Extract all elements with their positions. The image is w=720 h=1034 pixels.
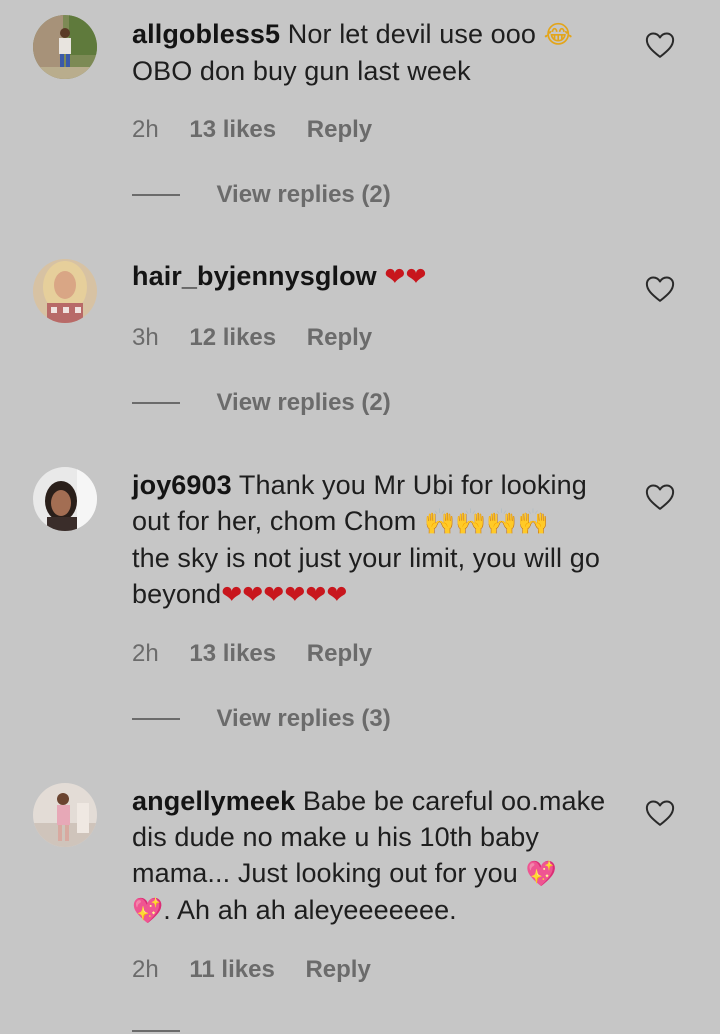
divider-line [132, 194, 180, 196]
sparkling-heart-emoji: 💖 [525, 859, 557, 888]
comment-username[interactable]: joy6903 [132, 470, 232, 500]
view-replies-label: View replies (2) [216, 181, 391, 208]
divider-line [132, 402, 180, 404]
comment-body: Babe be careful oo.make [302, 786, 606, 816]
comment-likes[interactable]: 13 likes [189, 640, 276, 668]
comment-time: 2h [132, 116, 159, 143]
comment-time: 2h [132, 956, 159, 983]
comment-username[interactable]: allgobless5 [132, 19, 280, 49]
comment-time: 3h [132, 324, 159, 351]
laughing-emoji: 😂 [543, 20, 573, 49]
comment-username[interactable]: angellymeek [132, 786, 295, 816]
heart-outline-icon[interactable] [645, 275, 675, 303]
comment-likes[interactable]: 11 likes [189, 956, 274, 984]
heart-outline-icon[interactable] [645, 31, 675, 59]
view-replies-label: View replies (2) [216, 389, 391, 416]
view-replies-button-partial[interactable] [132, 1022, 212, 1034]
comment-body: OBO don buy gun last week [132, 56, 471, 86]
divider-line [132, 718, 180, 720]
comment-body: beyond [132, 579, 222, 609]
red-heart-emoji: ❤❤❤❤❤❤ [221, 580, 348, 609]
comment-meta: 2h 11 likes Reply [132, 956, 371, 984]
comment-body: out for her, chom Chom [132, 506, 417, 536]
avatar[interactable] [33, 467, 97, 531]
comment-text: joy6903 Thank you Mr Ubi for looking out… [132, 467, 622, 613]
comment-body: Nor let devil use ooo [287, 19, 537, 49]
reply-button[interactable]: Reply [307, 116, 372, 144]
comment-body: the sky is not just your limit, you will… [132, 543, 600, 573]
comment-meta: 2h 13 likes Reply [132, 640, 372, 668]
view-replies-button[interactable]: View replies (2) [132, 389, 391, 419]
red-heart-emoji: ❤❤ [384, 262, 427, 291]
divider-line [132, 1029, 180, 1032]
comment-meta: 2h 13 likes Reply [132, 116, 372, 144]
avatar[interactable] [33, 15, 97, 79]
comment-text: hair_byjennysglow ❤❤ [132, 258, 622, 295]
heart-outline-icon[interactable] [645, 483, 675, 511]
comment-time: 2h [132, 640, 159, 667]
comment-body: Thank you Mr Ubi for looking [238, 470, 587, 500]
reply-button[interactable]: Reply [307, 640, 372, 668]
comment-username[interactable]: hair_byjennysglow [132, 261, 377, 291]
avatar[interactable] [33, 259, 97, 323]
view-replies-button[interactable]: View replies (3) [132, 705, 391, 735]
heart-outline-icon[interactable] [645, 799, 675, 827]
comment-likes[interactable]: 12 likes [189, 324, 276, 352]
reply-button[interactable]: Reply [307, 324, 372, 352]
comment-text: allgobless5 Nor let devil use ooo 😂 OBO … [132, 16, 622, 89]
comment-text: angellymeek Babe be careful oo.make dis … [132, 783, 622, 929]
comment-body: dis dude no make u his 10th baby [132, 822, 539, 852]
sparkling-heart-emoji: 💖 [132, 896, 164, 925]
view-replies-button[interactable]: View replies (2) [132, 181, 391, 211]
comments-screen: allgobless5 Nor let devil use ooo 😂 OBO … [0, 0, 720, 1034]
reply-button[interactable]: Reply [305, 956, 370, 984]
comment-meta: 3h 12 likes Reply [132, 324, 372, 352]
avatar[interactable] [33, 783, 97, 847]
raising-hands-emoji: 🙌🙌🙌🙌 [423, 507, 549, 536]
comment-body: mama... Just looking out for you [132, 858, 518, 888]
comment-likes[interactable]: 13 likes [189, 116, 276, 144]
view-replies-label: View replies (3) [216, 705, 391, 732]
comment-body: . Ah ah ah aleyeeeeeee. [163, 895, 457, 925]
